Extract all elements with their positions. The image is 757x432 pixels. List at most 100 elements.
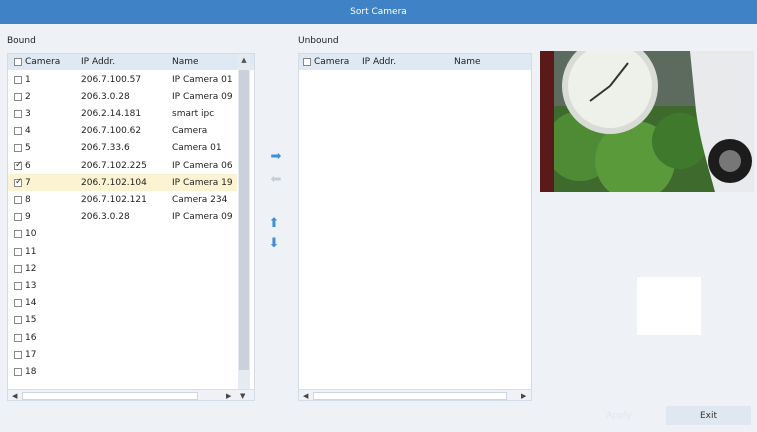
col-camera-header: Camera <box>25 57 61 67</box>
arrow-right-icon: ➡ <box>270 148 282 164</box>
move-up-button[interactable]: ⬆ <box>265 216 283 231</box>
row-checkbox[interactable] <box>14 299 22 308</box>
table-row[interactable]: 5 206.7.33.6 Camera 01 <box>8 140 237 157</box>
bound-select-all[interactable]: Camera <box>14 54 60 70</box>
row-camera-number: 16 <box>25 332 37 343</box>
row-checkbox[interactable] <box>14 333 22 342</box>
table-row[interactable]: 8 206.7.102.121 Camera 234 <box>8 191 237 208</box>
table-row[interactable]: 10 <box>8 226 237 243</box>
row-checkbox[interactable] <box>14 264 22 273</box>
row-checkbox[interactable] <box>14 213 22 222</box>
arrow-left-icon: ⬅ <box>270 171 282 187</box>
move-down-button[interactable]: ⬇ <box>265 236 283 251</box>
row-camera-cell: 8 <box>14 191 31 208</box>
row-checkbox[interactable] <box>14 316 22 325</box>
table-row[interactable]: 14 <box>8 295 237 312</box>
row-checkbox[interactable] <box>14 230 22 239</box>
table-row[interactable]: 3 206.2.14.181 smart ipc <box>8 105 237 122</box>
apply-button[interactable]: Apply <box>580 406 658 425</box>
row-camera-number: 12 <box>25 263 37 274</box>
row-checkbox[interactable] <box>14 367 22 376</box>
unbound-select-all-checkbox[interactable] <box>303 58 311 66</box>
table-row[interactable]: 4 206.7.100.62 Camera <box>8 123 237 140</box>
table-row[interactable]: 12 <box>8 260 237 277</box>
unbound-scroll-left-icon[interactable]: ◀ <box>303 392 308 400</box>
row-camera-cell: 11 <box>14 243 36 260</box>
bound-hscroll-thumb[interactable] <box>22 392 198 400</box>
exit-button[interactable]: Exit <box>666 406 751 425</box>
row-checkbox[interactable] <box>14 195 22 204</box>
col-ip-header[interactable]: IP Addr. <box>81 54 115 70</box>
table-row[interactable]: 18 <box>8 363 237 380</box>
table-row[interactable]: 11 <box>8 243 237 260</box>
row-camera-cell: 5 <box>14 140 31 157</box>
table-row[interactable]: 17 <box>8 346 237 363</box>
bound-vertical-scrollbar[interactable]: ▲ <box>238 54 250 389</box>
table-row[interactable]: 7 206.7.102.104 IP Camera 19 <box>8 174 237 192</box>
bound-label: Bound <box>7 36 36 46</box>
scroll-up-icon[interactable]: ▲ <box>238 56 250 66</box>
row-ip-cell: 206.3.0.28 <box>81 91 130 102</box>
row-name-cell: IP Camera 06 <box>172 160 233 171</box>
row-camera-number: 18 <box>25 366 37 377</box>
row-camera-number: 14 <box>25 298 37 309</box>
row-camera-number: 7 <box>25 177 31 188</box>
row-camera-number: 15 <box>25 315 37 326</box>
row-ip-cell: 206.3.0.28 <box>81 212 130 223</box>
scroll-right-icon[interactable]: ▶ <box>226 392 231 400</box>
row-camera-number: 10 <box>25 229 37 240</box>
row-name-cell: Camera 234 <box>172 194 228 205</box>
scroll-down-icon[interactable]: ▼ <box>240 392 245 400</box>
unbound-col-ip-header[interactable]: IP Addr. <box>362 54 396 70</box>
row-camera-number: 3 <box>25 108 31 119</box>
row-ip-cell: 206.7.33.6 <box>81 143 130 154</box>
row-camera-cell: 16 <box>14 329 36 346</box>
row-camera-cell: 10 <box>14 226 36 243</box>
scroll-left-icon[interactable]: ◀ <box>12 392 17 400</box>
bound-horizontal-scrollbar[interactable]: ◀ ▶ ▼ <box>8 389 254 400</box>
row-camera-cell: 15 <box>14 312 36 329</box>
col-name-header[interactable]: Name <box>172 54 199 70</box>
row-camera-cell: 14 <box>14 295 36 312</box>
row-camera-cell: 9 <box>14 209 31 226</box>
row-name-cell: Camera <box>172 126 208 137</box>
row-camera-cell: 4 <box>14 123 31 140</box>
table-row[interactable]: 1 206.7.100.57 IP Camera 01 <box>8 71 237 88</box>
row-camera-number: 17 <box>25 349 37 360</box>
row-checkbox[interactable] <box>14 160 23 170</box>
select-all-checkbox[interactable] <box>14 58 22 66</box>
row-ip-cell: 206.7.102.225 <box>81 160 147 171</box>
row-camera-number: 8 <box>25 194 31 205</box>
row-checkbox[interactable] <box>14 350 22 359</box>
row-camera-number: 5 <box>25 143 31 154</box>
table-row[interactable]: 13 <box>8 277 237 294</box>
table-row[interactable]: 16 <box>8 329 237 346</box>
unbound-horizontal-scrollbar[interactable]: ◀ ▶ <box>299 389 531 400</box>
row-checkbox[interactable] <box>14 75 22 84</box>
row-ip-cell: 206.7.100.57 <box>81 74 142 85</box>
move-to-bound-button[interactable]: ⬅ <box>267 171 285 187</box>
row-checkbox[interactable] <box>14 127 22 136</box>
row-camera-cell: 13 <box>14 277 36 294</box>
move-to-unbound-button[interactable]: ➡ <box>267 148 285 164</box>
unbound-select-all[interactable]: Camera <box>303 54 349 70</box>
table-row[interactable]: 6 206.7.102.225 IP Camera 06 <box>8 157 237 174</box>
row-ip-cell: 206.7.102.104 <box>81 177 147 188</box>
table-row[interactable]: 2 206.3.0.28 IP Camera 09 <box>8 88 237 105</box>
row-checkbox[interactable] <box>14 109 22 118</box>
row-checkbox[interactable] <box>14 92 22 101</box>
row-checkbox[interactable] <box>14 281 22 290</box>
unbound-col-name-header[interactable]: Name <box>454 54 481 70</box>
row-ip-cell: 206.7.102.121 <box>81 194 147 205</box>
row-name-cell: Camera 01 <box>172 143 222 154</box>
row-name-cell: smart ipc <box>172 108 215 119</box>
row-checkbox[interactable] <box>14 247 22 256</box>
row-checkbox[interactable] <box>14 177 23 187</box>
row-camera-number: 4 <box>25 126 31 137</box>
bound-vscroll-thumb[interactable] <box>239 70 249 370</box>
unbound-scroll-right-icon[interactable]: ▶ <box>521 392 526 400</box>
row-checkbox[interactable] <box>14 144 22 153</box>
unbound-hscroll-thumb[interactable] <box>313 392 507 400</box>
table-row[interactable]: 15 <box>8 312 237 329</box>
table-row[interactable]: 9 206.3.0.28 IP Camera 09 <box>8 209 237 226</box>
